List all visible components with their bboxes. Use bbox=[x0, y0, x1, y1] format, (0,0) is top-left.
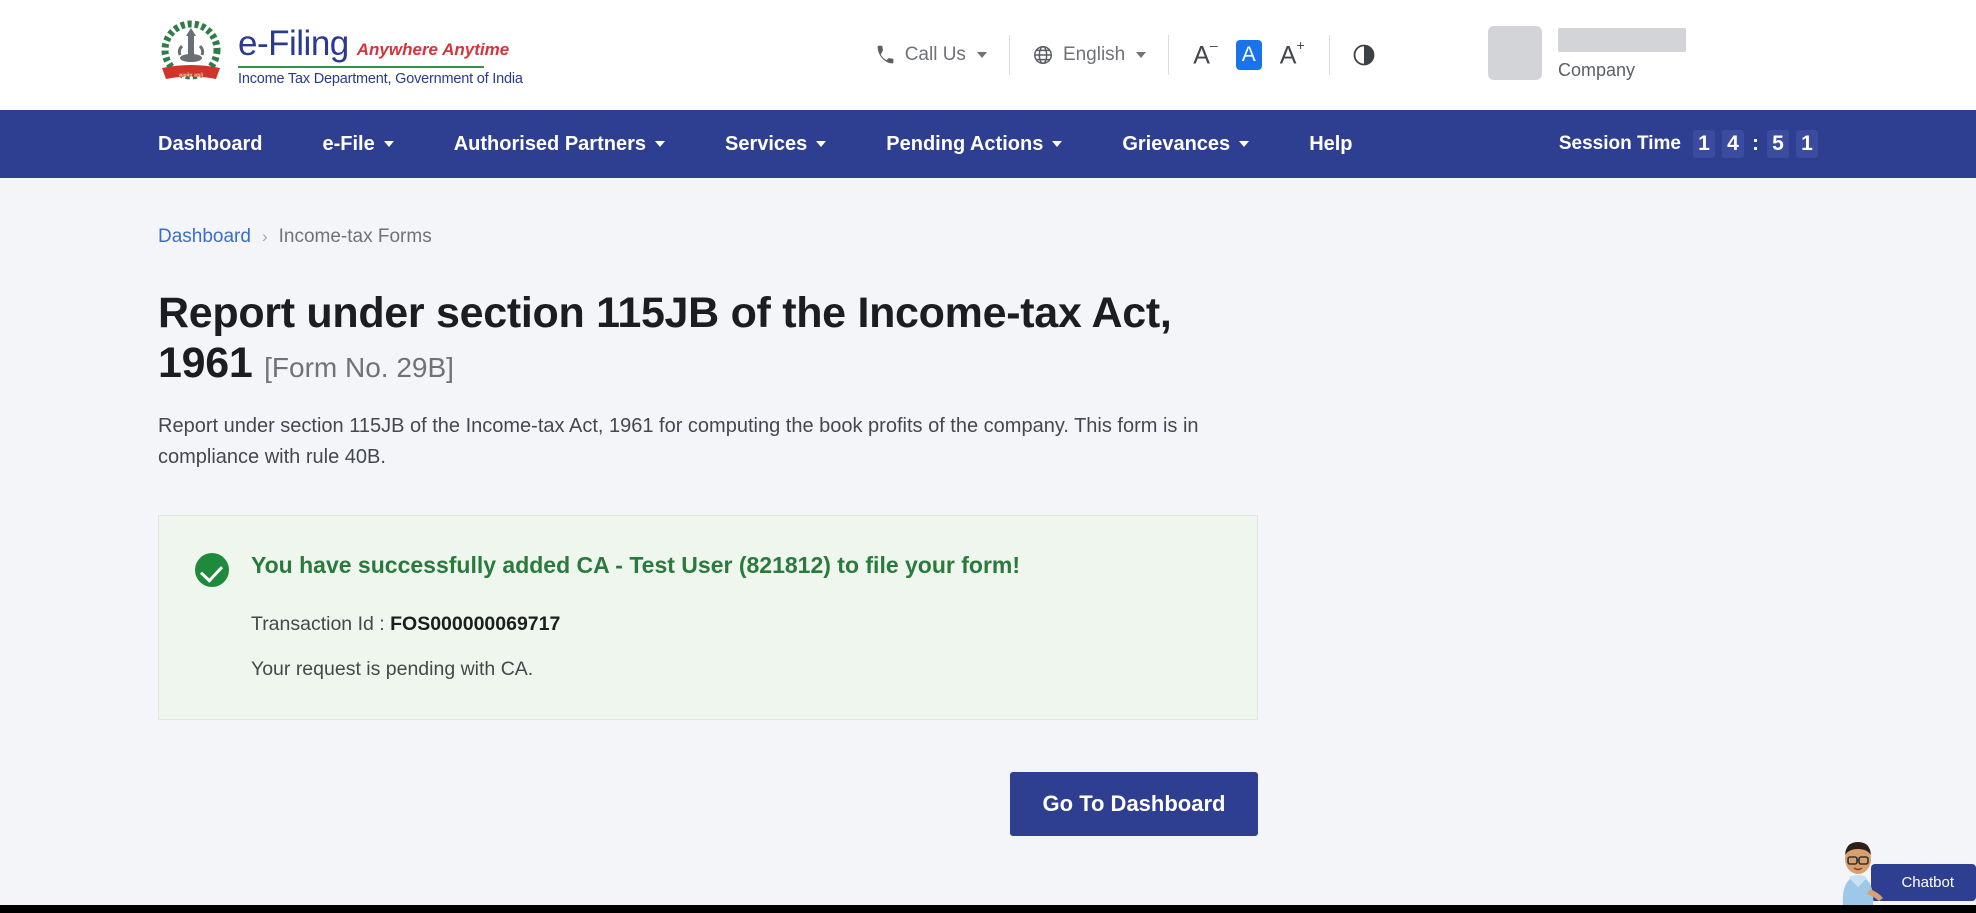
success-alert-title: You have successfully added CA - Test Us… bbox=[251, 551, 1021, 578]
nav-label: Pending Actions bbox=[886, 132, 1044, 155]
brand-divider bbox=[238, 65, 484, 68]
success-alert: You have successfully added CA - Test Us… bbox=[158, 514, 1258, 720]
india-national-emblem-icon: सत्यमेव जयते bbox=[158, 20, 224, 90]
chevron-down-icon bbox=[1136, 52, 1147, 58]
nav-item-dashboard[interactable]: Dashboard bbox=[158, 133, 262, 156]
bottom-edge-band bbox=[0, 905, 1976, 913]
user-name-redacted bbox=[1558, 28, 1686, 52]
font-decrease-icon[interactable]: A– bbox=[1193, 38, 1217, 68]
chevron-down-icon bbox=[654, 141, 665, 147]
session-digit: 5 bbox=[1767, 130, 1789, 158]
page-content: Dashboard › Income-tax Forms Report unde… bbox=[0, 178, 1976, 836]
contrast-toggle-button[interactable] bbox=[1330, 43, 1398, 67]
top-utility-bar: सत्यमेव जयते e-Filing Anywhere Anytime I… bbox=[0, 0, 1976, 110]
nav-item-help[interactable]: Help bbox=[1309, 133, 1352, 156]
nav-item-pending-actions[interactable]: Pending Actions bbox=[886, 132, 1063, 156]
form-number: [Form No. 29B] bbox=[264, 352, 454, 384]
user-role-label: Company bbox=[1558, 60, 1636, 80]
chatbot-avatar-icon bbox=[1829, 833, 1887, 905]
chevron-down-icon bbox=[976, 52, 987, 58]
chevron-down-icon bbox=[1239, 141, 1250, 147]
transaction-id-row: Transaction Id : FOS000000069717 bbox=[251, 613, 1221, 636]
transaction-id-value: FOS000000069717 bbox=[390, 612, 561, 635]
chatbot-widget[interactable]: Chatbot bbox=[1829, 833, 1976, 905]
nav-label: Services bbox=[724, 132, 808, 155]
contrast-toggle-icon bbox=[1352, 43, 1376, 67]
go-to-dashboard-button[interactable]: Go To Dashboard bbox=[1010, 771, 1258, 836]
nav-label: Grievances bbox=[1122, 132, 1231, 155]
phone-icon bbox=[875, 45, 896, 66]
call-us-dropdown[interactable]: Call Us bbox=[853, 44, 1009, 66]
nav-label: e-File bbox=[322, 132, 375, 155]
call-us-label: Call Us bbox=[904, 44, 966, 65]
nav-item-grievances[interactable]: Grievances bbox=[1122, 132, 1250, 156]
brand-subtitle: Income Tax Department, Government of Ind… bbox=[238, 70, 523, 87]
font-default-icon[interactable]: A bbox=[1235, 40, 1262, 70]
nav-item-authorised-partners[interactable]: Authorised Partners bbox=[454, 133, 665, 156]
request-status-text: Your request is pending with CA. bbox=[251, 657, 534, 680]
breadcrumb-current: Income-tax Forms bbox=[278, 226, 432, 247]
breadcrumb-link-dashboard[interactable]: Dashboard bbox=[158, 226, 251, 248]
page-title: Report under section 115JB of the Income… bbox=[158, 288, 1188, 389]
language-label: English bbox=[1062, 44, 1126, 65]
chevron-down-icon bbox=[383, 141, 394, 147]
action-row: Go To Dashboard bbox=[158, 771, 1258, 836]
font-increase-icon[interactable]: A+ bbox=[1280, 38, 1305, 68]
page-description: Report under section 115JB of the Income… bbox=[158, 414, 1199, 468]
chevron-down-icon bbox=[1052, 141, 1063, 147]
svg-text:सत्यमेव जयते: सत्यमेव जयते bbox=[179, 72, 203, 79]
nav-item-services[interactable]: Services bbox=[724, 132, 827, 156]
font-size-controls: A– A A+ bbox=[1169, 38, 1328, 70]
transaction-id-label: Transaction Id : bbox=[251, 612, 385, 635]
session-digit: 4 bbox=[1722, 130, 1744, 158]
nav-item-e-file[interactable]: e-File bbox=[322, 132, 394, 156]
brand-logo[interactable]: सत्यमेव जयते e-Filing Anywhere Anytime I… bbox=[158, 20, 523, 90]
chevron-down-icon bbox=[816, 141, 827, 147]
utility-actions: Call Us English A– A A+ bbox=[853, 35, 1398, 75]
brand-title: e-Filing bbox=[238, 23, 349, 63]
user-profile[interactable]: Company bbox=[1488, 26, 1686, 81]
brand-tagline: Anywhere Anytime bbox=[356, 39, 510, 59]
session-digit: 1 bbox=[1796, 130, 1818, 158]
breadcrumb-separator-icon: › bbox=[261, 227, 268, 246]
nav-label: Help bbox=[1309, 132, 1353, 155]
session-timer-label: Session Time bbox=[1558, 133, 1681, 154]
session-timer: Session Time 1 4 : 5 1 bbox=[1559, 130, 1818, 158]
language-dropdown[interactable]: English bbox=[1010, 44, 1168, 66]
main-navigation: Dashboard e-File Authorised Partners Ser… bbox=[0, 110, 1976, 178]
session-colon: : bbox=[1752, 132, 1759, 155]
globe-icon bbox=[1032, 44, 1054, 66]
session-digit: 1 bbox=[1693, 130, 1715, 158]
success-check-icon bbox=[195, 552, 229, 587]
avatar-placeholder-icon bbox=[1488, 26, 1542, 80]
breadcrumb: Dashboard › Income-tax Forms bbox=[158, 226, 1976, 248]
nav-label: Dashboard bbox=[158, 132, 263, 155]
nav-label: Authorised Partners bbox=[453, 132, 646, 155]
